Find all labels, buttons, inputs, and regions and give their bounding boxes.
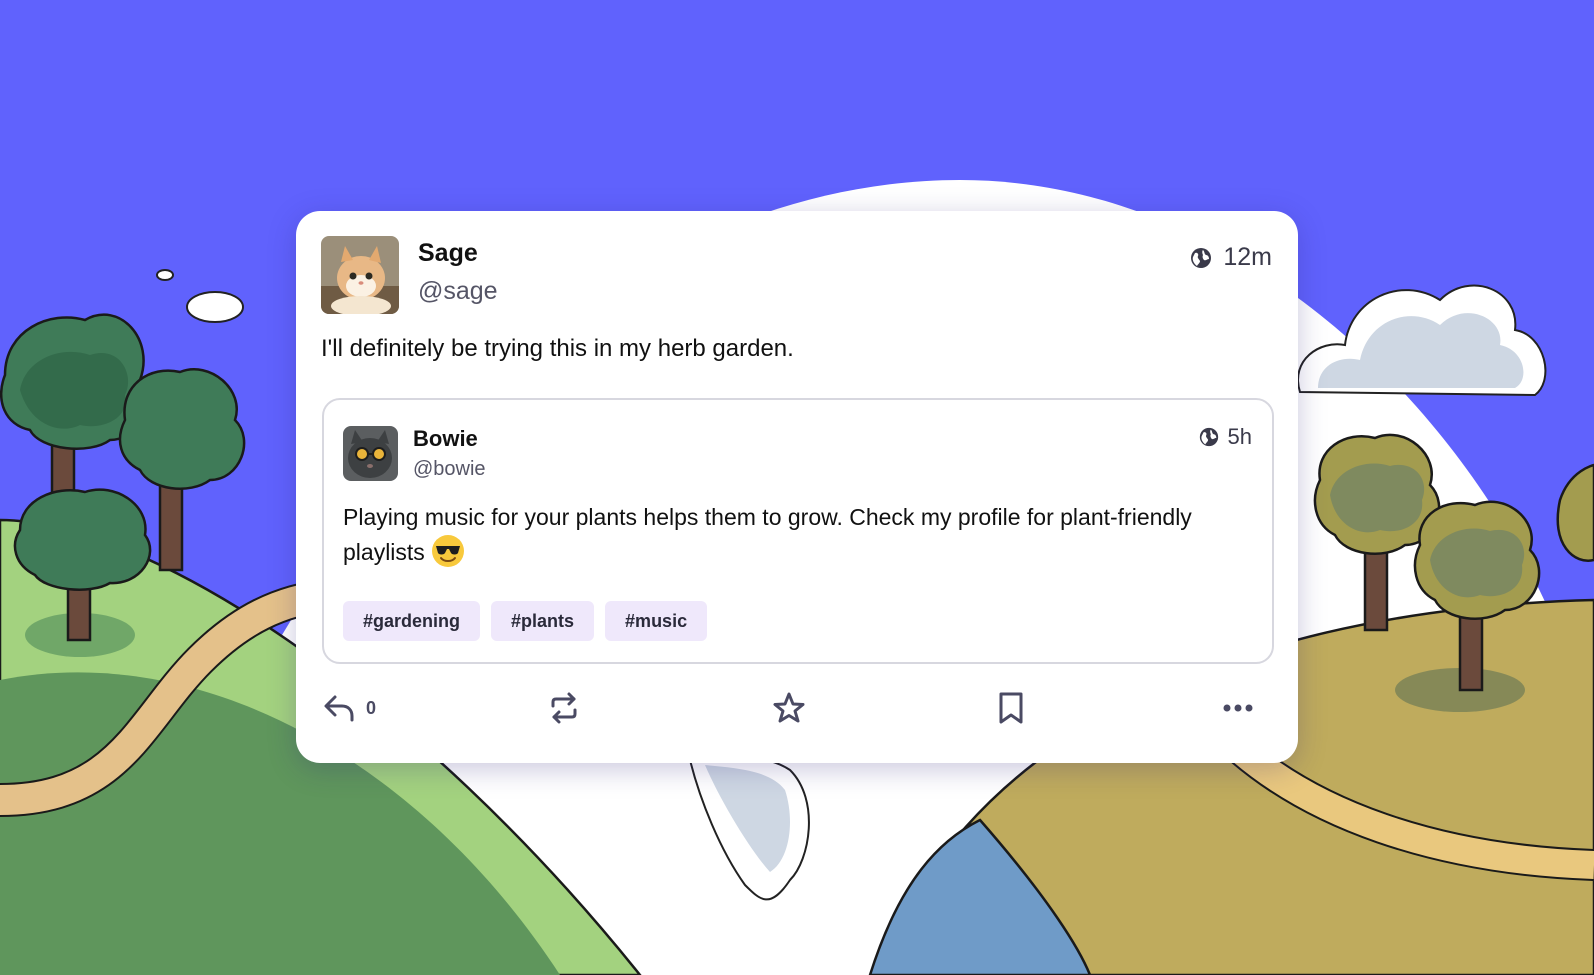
hashtag-list: #gardening #plants #music <box>343 601 708 641</box>
star-icon <box>773 692 805 723</box>
author-name[interactable]: Sage <box>418 239 478 268</box>
avatar-sage[interactable] <box>321 236 399 314</box>
reply-count: 0 <box>366 697 377 718</box>
globe-icon <box>1191 247 1212 268</box>
hashtag-plants[interactable]: #plants <box>491 601 595 641</box>
repost-icon <box>551 692 577 724</box>
quoted-post[interactable]: Bowie @bowie 5h Playing music for your p… <box>322 398 1274 664</box>
bookmark-button[interactable] <box>997 683 1025 733</box>
quote-time[interactable]: 5h <box>1228 424 1252 450</box>
quote-author-handle[interactable]: @bowie <box>413 458 486 481</box>
hashtag-music[interactable]: #music <box>605 601 708 641</box>
reply-icon <box>324 695 354 722</box>
quote-meta: 5h <box>1198 424 1252 450</box>
hashtag-gardening[interactable]: #gardening <box>343 601 481 641</box>
more-icon <box>1223 704 1253 712</box>
post-time[interactable]: 12m <box>1223 243 1272 272</box>
post-action-bar: 0 <box>322 683 1272 733</box>
quote-text: Playing music for your plants helps them… <box>343 504 1192 565</box>
sunglasses-emoji-icon <box>431 534 465 568</box>
boost-button[interactable] <box>547 683 581 733</box>
author-handle[interactable]: @sage <box>418 277 498 306</box>
favourite-button[interactable] <box>772 683 806 733</box>
post-meta: 12m <box>1189 243 1272 272</box>
quote-author-name[interactable]: Bowie <box>413 426 478 452</box>
quote-text-block: Playing music for your plants helps them… <box>343 500 1223 569</box>
bookmark-icon <box>999 692 1023 724</box>
globe-icon <box>1199 427 1218 447</box>
more-button[interactable] <box>1222 683 1254 733</box>
avatar-bowie[interactable] <box>343 426 398 481</box>
post-text: I'll definitely be trying this in my her… <box>321 335 794 362</box>
post-card[interactable]: Sage @sage 12m I'll definitely be trying… <box>296 211 1298 763</box>
reply-button[interactable]: 0 <box>322 683 376 733</box>
